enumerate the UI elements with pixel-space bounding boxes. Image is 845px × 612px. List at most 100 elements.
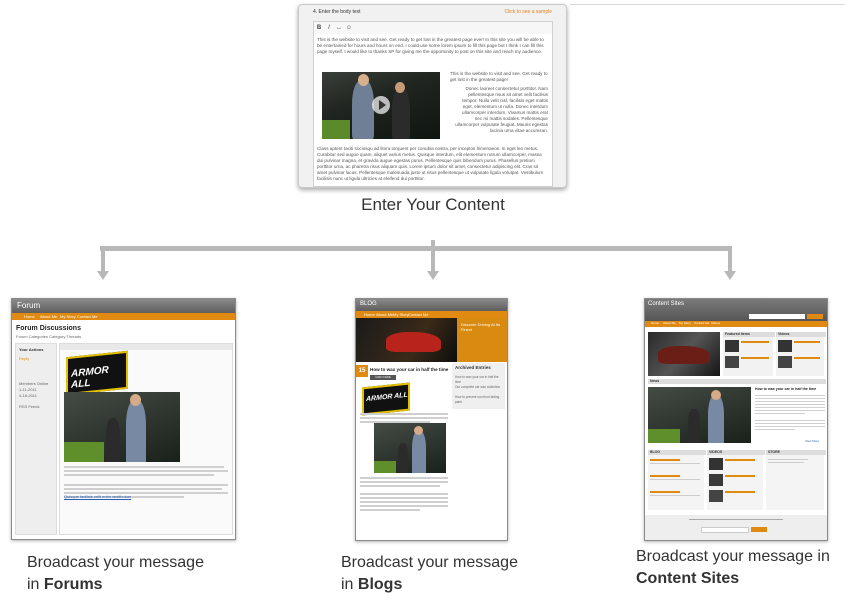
footer-button[interactable] <box>751 527 767 532</box>
forum-heading: Forum Discussions <box>16 325 81 332</box>
blog-post-title[interactable]: How to wax your car in half the time <box>370 367 448 372</box>
blog-hero-text: Discover Driving At Its Finest <box>461 322 501 332</box>
archive-sidebar: Archived Entries How to wax your car in … <box>452 363 505 409</box>
editor-paragraph-2: Class aptent taciti sociosqu ad litora t… <box>317 146 544 181</box>
blog-date-badge: 15 <box>356 365 368 377</box>
forum-title: Forum <box>17 301 41 310</box>
site-videos-column: VIDEOS <box>707 450 765 510</box>
play-icon[interactable] <box>372 96 390 114</box>
arrow-down-icon <box>724 271 736 280</box>
archive-item[interactable]: How to prevent sun from fading paint <box>455 395 505 405</box>
editor-paragraph-1: This is the website to visit and see. Ge… <box>317 37 544 54</box>
archive-item[interactable]: How to wax your car in half the time <box>455 375 505 385</box>
blog-nav-about[interactable]: About Me <box>376 312 393 317</box>
armor-all-logo: ARMOR ALL <box>66 350 128 396</box>
forums-caption-bold: Forums <box>43 576 103 593</box>
arrow-down-icon <box>427 271 439 280</box>
connector-left <box>101 250 105 271</box>
connector-middle <box>431 250 435 271</box>
forum-sidebar-title: Your Actions <box>19 347 44 352</box>
arrow-down-icon <box>97 271 109 280</box>
forums-caption-line1: Broadcast your message <box>27 554 204 571</box>
archive-item[interactable]: Our complete car wax collection <box>455 385 505 390</box>
site-blog-column: BLOG <box>648 450 706 510</box>
forum-rss-link[interactable]: RSS Feeds <box>19 404 39 409</box>
enter-content-label: Enter Your Content <box>361 195 505 214</box>
forum-nav-home[interactable]: Home <box>24 314 35 319</box>
site-videos-panel: Videos <box>776 332 826 376</box>
editor-header: 4. Enter the body text Click to see a sa… <box>299 5 566 19</box>
forum-nav: Home About Me My Story Contact Me <box>12 313 235 320</box>
sites-caption-bold: Content Sites <box>636 570 740 587</box>
sample-link[interactable]: Click to see a sample <box>504 5 552 19</box>
site-search-button[interactable] <box>807 314 823 319</box>
site-nav-home[interactable]: Home <box>651 321 659 326</box>
editor-side-heading: This is the website to visit and see. Ge… <box>450 71 548 82</box>
italic-button[interactable]: I <box>324 22 334 34</box>
forum-nav-about[interactable]: About Me <box>40 314 57 319</box>
site-title: Content Sites <box>648 301 685 307</box>
sites-caption-line1: Broadcast your message in <box>636 548 830 565</box>
news-title: News <box>648 379 826 384</box>
forum-nav-story[interactable]: My Story <box>60 314 76 319</box>
store-column-title: STORE <box>766 450 826 455</box>
archive-title: Archived Entries <box>455 365 491 370</box>
blog-column-title: BLOG <box>648 450 706 455</box>
blog-tag[interactable]: CAR CARE <box>370 375 396 380</box>
site-news-video[interactable] <box>648 387 751 443</box>
editor-textarea[interactable]: This is the website to visit and see. Ge… <box>313 34 553 187</box>
videos-column-title: VIDEOS <box>707 450 765 455</box>
video-thumbnail[interactable] <box>322 72 440 139</box>
forum-post-link[interactable]: Quisque facilisis velit enim vestibulum <box>64 494 131 499</box>
featured-title: Featured Items <box>723 332 775 337</box>
body-text-editor: 4. Enter the body text Click to see a sa… <box>298 4 567 188</box>
connector-horizontal <box>100 246 732 251</box>
site-nav-videos[interactable]: Videos <box>711 321 720 326</box>
forums-caption: Broadcast your message in Forums <box>27 552 257 596</box>
site-search-input[interactable] <box>749 314 805 319</box>
blogs-caption-line1: Broadcast your message <box>341 554 518 571</box>
car-image <box>386 332 441 352</box>
blog-nav-contact[interactable]: Contact Me <box>408 312 428 317</box>
blog-thumbnail[interactable]: BLOG Home About Me My Story Contact Me D… <box>355 298 508 541</box>
blog-nav-story[interactable]: My Story <box>393 312 409 317</box>
view-more-link[interactable]: View More <box>805 439 819 443</box>
site-store-column: STORE <box>766 450 826 510</box>
forum-reply-link[interactable]: Reply <box>19 356 29 361</box>
armor-all-logo: ARMOR ALL <box>362 382 410 416</box>
forum-nav-contact[interactable]: Contact Me <box>77 314 97 319</box>
blog-video[interactable] <box>374 423 446 473</box>
content-site-thumbnail[interactable]: Content Sites Home About Me My Story Con… <box>644 298 828 541</box>
blogs-caption-bold: Blogs <box>357 576 403 593</box>
forum-post: ARMOR ALL Quisque facilisis velit enim v… <box>59 343 233 535</box>
featured-items: Featured Items <box>723 332 775 376</box>
site-featured-image[interactable] <box>648 332 720 376</box>
site-nav-story[interactable]: My Story <box>679 321 691 326</box>
forum-sidebar-item: 1-11-2011 <box>19 387 37 392</box>
link-button[interactable]: ↔ <box>334 22 344 34</box>
connector-right <box>728 250 732 271</box>
forum-thumbnail[interactable]: Forum Home About Me My Story Contact Me … <box>11 298 236 540</box>
forum-sidebar-item: Members Online <box>19 381 49 386</box>
blogs-caption-line2: in Blogs <box>341 576 403 593</box>
news-headline[interactable]: How to wax your car in half the time <box>755 387 825 391</box>
forum-breadcrumb: Forum Categories Category Threads <box>16 334 82 339</box>
blogs-caption: Broadcast your message in Blogs <box>341 552 571 596</box>
forum-sidebar: Your Actions Reply Members Online 1-11-2… <box>15 343 57 535</box>
blog-nav-home[interactable]: Home <box>364 312 375 317</box>
sites-caption-line2: Content Sites <box>636 568 845 590</box>
videos-title: Videos <box>776 332 826 337</box>
forum-video[interactable] <box>64 392 180 462</box>
footer-input[interactable] <box>701 527 749 533</box>
blog-title: BLOG <box>360 301 377 307</box>
site-nav-contact[interactable]: Contact Me <box>694 321 709 326</box>
emoji-button[interactable]: ☺ <box>344 22 354 34</box>
blog-hero-image <box>356 318 457 362</box>
forums-caption-line2: in Forums <box>27 576 103 593</box>
site-nav-about[interactable]: About Me <box>663 321 676 326</box>
top-divider <box>570 4 845 5</box>
bold-button[interactable]: B <box>314 22 324 34</box>
editor-step-label: 4. Enter the body text <box>313 9 361 15</box>
editor-toolbar: B I ↔ ☺ <box>313 21 553 35</box>
forum-sidebar-item: 4-18-2011 <box>19 393 37 398</box>
